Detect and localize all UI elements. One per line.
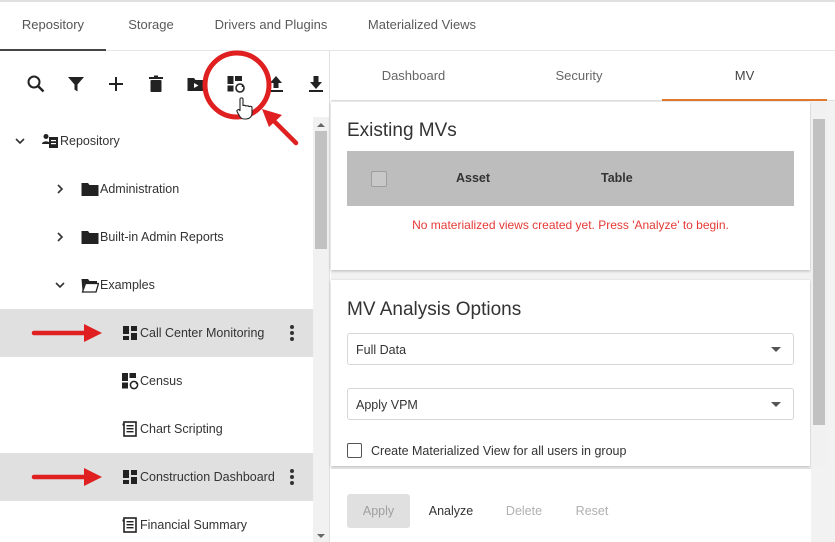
reset-button[interactable]: Reset <box>564 494 620 528</box>
tree-scrollbar[interactable] <box>313 117 329 542</box>
column-asset[interactable]: Asset <box>456 171 490 185</box>
details-tab-bar: Dashboard Security MV <box>331 51 835 101</box>
tree-item-administration[interactable]: Administration <box>0 165 313 213</box>
apply-button[interactable]: Apply <box>347 494 410 528</box>
group-mv-label: Create Materialized View for all users i… <box>371 443 627 458</box>
tree-item-call-center-monitoring[interactable]: Call Center Monitoring <box>0 309 313 357</box>
tree-item-examples[interactable]: Examples <box>0 261 313 309</box>
search-icon[interactable] <box>24 71 48 97</box>
chevron-down-icon[interactable] <box>53 278 67 292</box>
add-icon[interactable] <box>104 71 128 97</box>
tree-item-label: Administration <box>100 182 180 196</box>
analysis-options-title: MV Analysis Options <box>347 299 522 320</box>
details-scrollbar[interactable] <box>811 101 827 466</box>
tree-item-label: Call Center Monitoring <box>140 326 265 340</box>
tree-item-financial-summary[interactable]: Financial Summary <box>0 501 313 542</box>
chevron-down-icon[interactable] <box>13 134 27 148</box>
report-icon <box>121 516 139 534</box>
tree-item-construction-dashboard[interactable]: Construction Dashboard <box>0 453 313 501</box>
tree-scrollbar-thumb[interactable] <box>315 131 327 249</box>
report-icon <box>121 420 139 438</box>
repository-toolbar <box>0 51 330 117</box>
tab-repository[interactable]: Repository <box>0 2 106 51</box>
upload-icon[interactable] <box>264 71 288 97</box>
delete-icon[interactable] <box>144 71 168 97</box>
repository-tree: Repository Administration Built-in Admin… <box>0 117 313 542</box>
details-scrollbar-thumb[interactable] <box>813 119 825 425</box>
existing-mvs-card: Existing MVs Asset Table No materialized… <box>331 102 810 270</box>
app-root: Repository Storage Drivers and Plugins M… <box>0 0 835 542</box>
folder-icon <box>81 228 99 246</box>
repository-icon <box>41 132 59 150</box>
folder-icon <box>81 180 99 198</box>
tree-item-label: Construction Dashboard <box>140 470 275 484</box>
scroll-down-icon[interactable] <box>317 532 325 540</box>
materialize-icon[interactable] <box>224 71 248 97</box>
tab-storage[interactable]: Storage <box>106 2 196 51</box>
tree-item-label: Financial Summary <box>140 518 247 532</box>
tab-mv[interactable]: MV <box>662 51 827 101</box>
repository-panel: Repository Administration Built-in Admin… <box>0 51 330 542</box>
scroll-up-icon[interactable] <box>317 121 325 129</box>
folder-open-icon <box>81 276 99 294</box>
existing-mvs-title: Existing MVs <box>347 120 457 141</box>
tree-item-label: Repository <box>60 134 120 148</box>
group-mv-checkbox[interactable] <box>347 443 362 458</box>
tree-item-label: Examples <box>100 278 155 292</box>
chevron-right-icon[interactable] <box>53 230 67 244</box>
dropdown-arrow-icon <box>771 402 781 407</box>
column-table[interactable]: Table <box>601 171 633 185</box>
filter-icon[interactable] <box>64 71 88 97</box>
top-tab-bar: Repository Storage Drivers and Plugins M… <box>0 2 835 51</box>
vpm-select[interactable]: Apply VPM <box>347 388 794 420</box>
tree-item-label: Chart Scripting <box>140 422 223 436</box>
more-options-icon[interactable] <box>285 466 299 488</box>
empty-state-message: No materialized views created yet. Press… <box>412 218 729 232</box>
dropdown-arrow-icon <box>771 347 781 352</box>
mv-table-header: Asset Table <box>347 151 794 206</box>
more-options-icon[interactable] <box>285 322 299 344</box>
group-mv-option: Create Materialized View for all users i… <box>347 443 626 458</box>
move-folder-icon[interactable] <box>184 71 208 97</box>
select-all-checkbox[interactable] <box>371 171 387 187</box>
details-panel: Dashboard Security MV Existing MVs Asset… <box>331 51 835 542</box>
tab-drivers-plugins[interactable]: Drivers and Plugins <box>196 2 346 51</box>
dashboard-icon <box>121 324 139 342</box>
tree-item-builtin-admin-reports[interactable]: Built-in Admin Reports <box>0 213 313 261</box>
analysis-options-card: MV Analysis Options Full Data Apply VPM … <box>331 280 810 466</box>
materialized-dashboard-icon <box>121 372 139 390</box>
dashboard-icon <box>121 468 139 486</box>
tab-security[interactable]: Security <box>496 51 662 101</box>
tree-item-census[interactable]: Census <box>0 357 313 405</box>
analyze-button[interactable]: Analyze <box>421 494 481 528</box>
data-mode-select[interactable]: Full Data <box>347 333 794 365</box>
tree-item-repository[interactable]: Repository <box>0 117 313 165</box>
tree-item-label: Census <box>140 374 183 388</box>
vpm-value: Apply VPM <box>356 398 418 412</box>
data-mode-value: Full Data <box>356 343 407 357</box>
tab-dashboard[interactable]: Dashboard <box>331 51 496 101</box>
tree-item-label: Built-in Admin Reports <box>100 230 224 244</box>
download-icon[interactable] <box>304 71 328 97</box>
delete-button[interactable]: Delete <box>495 494 553 528</box>
tab-materialized-views[interactable]: Materialized Views <box>346 2 498 51</box>
tree-item-chart-scripting[interactable]: Chart Scripting <box>0 405 313 453</box>
chevron-right-icon[interactable] <box>53 182 67 196</box>
mv-footer: Apply Analyze Delete Reset <box>331 468 811 542</box>
